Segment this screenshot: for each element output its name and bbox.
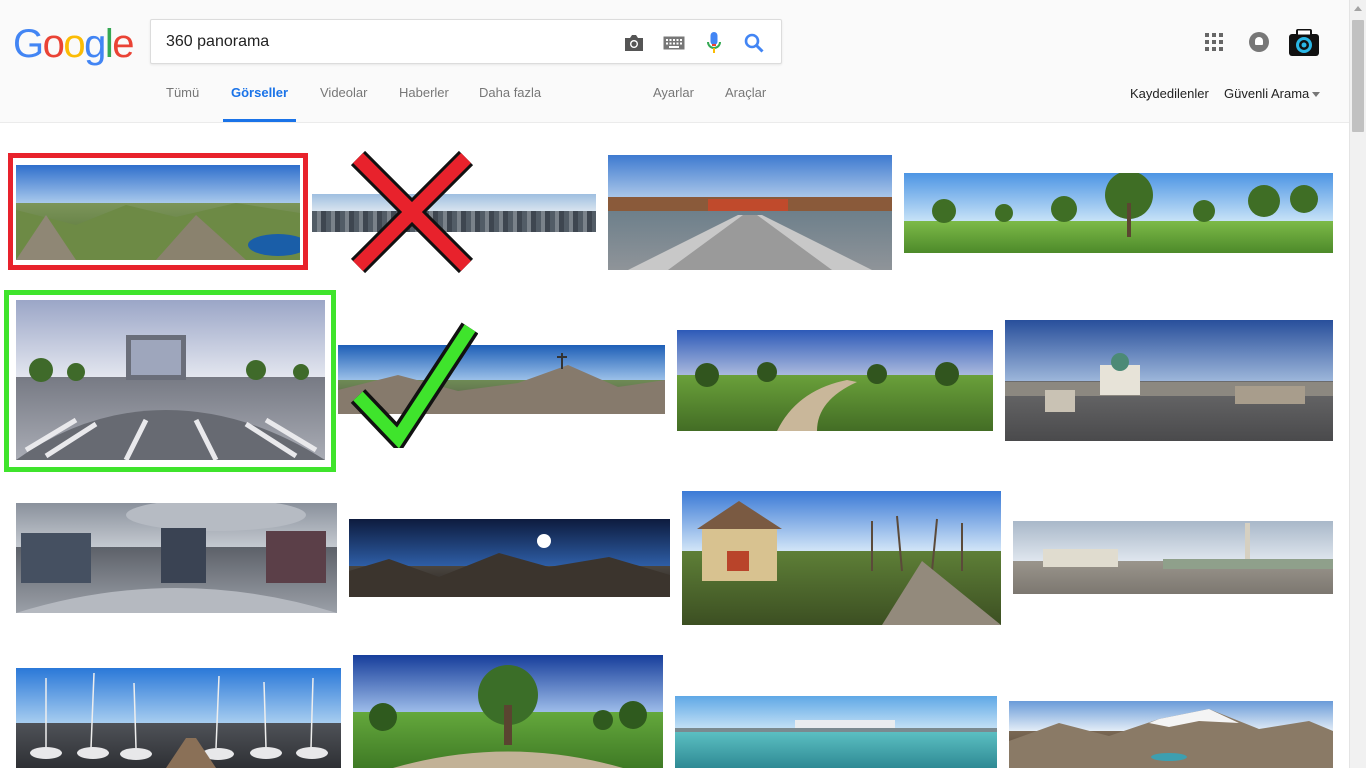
scroll-up-arrow-icon[interactable] — [1354, 6, 1362, 11]
camera-icon[interactable] — [622, 31, 646, 55]
image-result[interactable] — [1009, 701, 1333, 768]
google-logo[interactable]: Google — [13, 22, 134, 66]
image-result[interactable] — [349, 519, 670, 597]
caret-down-icon — [1312, 92, 1321, 98]
red-x-mark-icon — [350, 150, 474, 274]
safe-search-label: Güvenli Arama — [1224, 86, 1310, 101]
search-icon[interactable] — [742, 31, 766, 55]
image-result[interactable] — [353, 655, 663, 768]
logo-letter: o — [42, 22, 65, 66]
tab-more[interactable]: Daha fazla — [479, 84, 541, 122]
tab-news[interactable]: Haberler — [399, 84, 449, 122]
red-highlight-frame — [8, 153, 308, 270]
image-result[interactable] — [608, 155, 892, 270]
image-result[interactable] — [682, 491, 1001, 625]
green-check-mark-icon — [350, 322, 478, 448]
page-scrollbar[interactable] — [1349, 0, 1366, 768]
apps-grid-icon[interactable] — [1205, 33, 1223, 51]
logo-letter: G — [13, 22, 44, 66]
scrollbar-thumb[interactable] — [1352, 20, 1364, 132]
image-result[interactable] — [675, 696, 997, 768]
image-result[interactable] — [904, 173, 1333, 253]
logo-letter: e — [112, 22, 134, 66]
green-highlight-frame — [4, 290, 336, 472]
search-input[interactable] — [166, 30, 606, 54]
notifications-bell-icon[interactable] — [1249, 32, 1269, 52]
keyboard-icon[interactable] — [662, 31, 686, 55]
image-result[interactable] — [16, 503, 337, 613]
account-avatar[interactable] — [1287, 25, 1321, 59]
tab-videos[interactable]: Videolar — [320, 84, 367, 122]
tab-settings[interactable]: Ayarlar — [653, 84, 694, 122]
header: Google Tümü Görseller Videolar Haberler … — [0, 0, 1350, 123]
image-result[interactable] — [16, 668, 341, 768]
tab-images[interactable]: Görseller — [231, 84, 288, 122]
active-tab-indicator — [223, 119, 296, 122]
image-result[interactable] — [1013, 521, 1333, 594]
image-result[interactable] — [677, 330, 993, 431]
mic-icon[interactable] — [702, 31, 726, 55]
saved-link[interactable]: Kaydedilenler — [1130, 86, 1209, 101]
logo-letter: g — [84, 22, 106, 66]
search-box — [150, 19, 782, 64]
logo-letter: l — [104, 22, 114, 66]
image-result[interactable] — [1005, 320, 1333, 441]
tab-tools[interactable]: Araçlar — [725, 84, 766, 122]
logo-letter: o — [63, 22, 85, 66]
tab-all[interactable]: Tümü — [166, 84, 199, 122]
safe-search-dropdown[interactable]: Güvenli Arama — [1224, 86, 1321, 101]
